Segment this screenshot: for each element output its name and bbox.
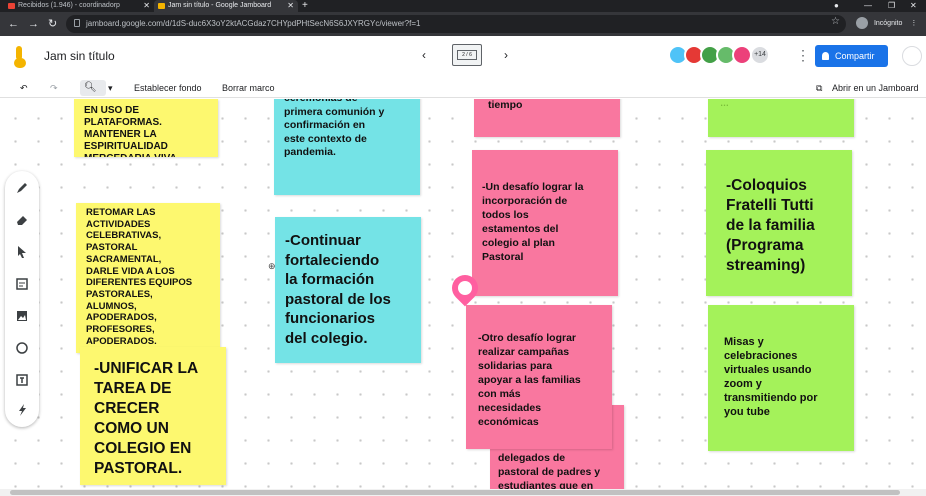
incognito-label: Incógnito <box>873 20 903 27</box>
sticky-note-text: delegados de pastoral de padres y estudi… <box>498 452 601 489</box>
tool-rail <box>5 171 39 427</box>
laser-icon[interactable] <box>15 403 29 417</box>
sticky-note[interactable]: … <box>708 99 854 137</box>
tab-gmail[interactable]: Recibidos (1.946) - coordinadorp ✕ <box>4 0 154 12</box>
frame-bar-button[interactable]: 2 / 6 <box>452 44 482 66</box>
reload-icon[interactable]: ↻ <box>48 17 57 31</box>
lock-icon <box>74 19 80 27</box>
sticky-note-text: -UNIFICAR LA TAREA DE CRECER COMO UN COL… <box>94 360 199 477</box>
bookmark-star-icon[interactable]: ☆ <box>831 16 840 27</box>
minimize-window-icon[interactable]: — <box>864 0 872 12</box>
pen-icon[interactable] <box>15 181 29 195</box>
avatar[interactable] <box>732 45 752 65</box>
sticky-note-text: -Un desafío lograr la incorporación de t… <box>482 181 584 263</box>
forward-icon[interactable]: → <box>28 17 39 31</box>
maximize-window-icon[interactable]: ❐ <box>888 0 895 12</box>
eraser-icon[interactable] <box>15 213 29 227</box>
previous-frame-icon[interactable]: ‹ <box>422 48 426 62</box>
browser-menu-icon[interactable]: ⋮ <box>910 20 917 27</box>
set-background-button[interactable]: Establecer fondo <box>134 81 202 95</box>
sticky-note[interactable]: -Coloquios Fratelli Tutti de la familia … <box>706 150 852 296</box>
jamboard-icon <box>158 3 165 9</box>
sticky-note[interactable]: -Un desafío lograr la incorporación de t… <box>472 150 618 296</box>
tab-jamboard[interactable]: Jam sin título - Google Jamboard ✕ <box>154 0 298 12</box>
sticky-note-text: EN USO DE PLATAFORMAS. MANTENER LA ESPIR… <box>84 105 177 157</box>
zoom-dropdown-icon[interactable]: ▾ <box>108 81 113 95</box>
select-icon[interactable] <box>15 245 29 259</box>
text-box-icon[interactable] <box>15 373 29 387</box>
sticky-note[interactable]: tiempo <box>474 99 620 137</box>
sticky-note[interactable]: EN USO DE PLATAFORMAS. MANTENER LA ESPIR… <box>74 99 218 157</box>
open-in-jamboard-icon[interactable]: ⧉ <box>816 81 822 95</box>
share-button[interactable]: Compartir <box>815 45 888 67</box>
clear-frame-button[interactable]: Borrar marco <box>222 81 275 95</box>
horizontal-scrollbar[interactable] <box>0 489 926 496</box>
open-in-jamboard-button[interactable]: Abrir en un Jamboard <box>832 81 919 95</box>
sticky-note-text: tiempo <box>488 99 523 111</box>
next-frame-icon[interactable]: › <box>504 48 508 62</box>
user-avatar[interactable] <box>902 46 922 66</box>
jam-title[interactable]: Jam sin título <box>44 49 115 63</box>
mouse-cursor-icon: ⊕ <box>268 261 276 271</box>
jam-canvas[interactable]: EN USO DE PLATAFORMAS. MANTENER LA ESPIR… <box>0 99 926 489</box>
incognito-icon <box>856 17 868 30</box>
url-field[interactable]: jamboard.google.com/d/1dS-duc6X3oY2ktACG… <box>66 15 846 33</box>
more-collaborators-badge[interactable]: +14 <box>750 45 770 65</box>
tab-title: Recibidos (1.946) - coordinadorp <box>18 2 120 9</box>
jamboard-logo[interactable] <box>14 46 28 68</box>
sticky-note-icon[interactable] <box>15 277 29 291</box>
sticky-note-text: -Coloquios Fratelli Tutti de la familia … <box>726 177 815 274</box>
jam-toolbar: ↶ ↷ 🔍︎ ▾ Establecer fondo Borrar marco ⧉… <box>0 78 926 98</box>
sticky-note-text: Misas y celebraciones virtuales usando z… <box>724 336 818 418</box>
sticky-note[interactable]: RETOMAR LAS ACTIVIDADES CELEBRATIVAS, PA… <box>76 203 220 353</box>
gmail-icon <box>8 3 15 9</box>
sticky-note[interactable]: -Continuar fortaleciendo la formación pa… <box>275 217 421 363</box>
sticky-note[interactable]: -UNIFICAR LA TAREA DE CRECER COMO UN COL… <box>80 347 226 485</box>
collaborator-cursor-pin <box>446 269 484 307</box>
redo-icon[interactable]: ↷ <box>50 81 58 95</box>
incognito-indicator[interactable]: Incógnito ⋮ <box>856 15 917 33</box>
sticky-note-text: RETOMAR LAS ACTIVIDADES CELEBRATIVAS, PA… <box>86 207 193 347</box>
close-window-icon[interactable]: ✕ <box>910 0 917 12</box>
more-options-icon[interactable]: ⋮ <box>796 47 810 64</box>
sticky-note[interactable]: Misas y celebraciones virtuales usando z… <box>708 305 854 451</box>
url-text: jamboard.google.com/d/1dS-duc6X3oY2ktACG… <box>86 19 421 28</box>
address-bar-row: ← → ↻ jamboard.google.com/d/1dS-duc6X3oY… <box>0 12 926 36</box>
sticky-note-text: … <box>720 99 729 108</box>
back-icon[interactable]: ← <box>8 17 19 31</box>
zoom-icon: 🔍︎ <box>84 82 97 93</box>
close-tab-icon[interactable]: ✕ <box>143 0 150 12</box>
sticky-note-text: -Continuar fortaleciendo la formación pa… <box>285 232 391 347</box>
new-tab-button[interactable]: + <box>302 0 308 12</box>
browser-tab-strip: Recibidos (1.946) - coordinadorp ✕ Jam s… <box>0 0 926 12</box>
person-icon <box>822 52 829 60</box>
frame-indicator: 2 / 6 <box>457 50 477 60</box>
tab-title: Jam sin título - Google Jamboard <box>168 2 272 9</box>
zoom-selector[interactable]: 🔍︎ <box>80 80 106 96</box>
sticky-note-text: -Otro desafío lograr realizar campañas s… <box>478 332 581 428</box>
image-icon[interactable] <box>15 309 29 323</box>
share-label: Compartir <box>835 51 875 61</box>
minimize-button[interactable]: ● <box>834 0 839 12</box>
shape-icon[interactable] <box>15 341 29 355</box>
app-header: Jam sin título ‹ 2 / 6 › +14 ⋮ Compartir <box>0 36 926 78</box>
close-tab-icon[interactable]: ✕ <box>287 0 294 12</box>
sticky-note[interactable]: -Otro desafío lograr realizar campañas s… <box>466 305 612 449</box>
undo-icon[interactable]: ↶ <box>20 81 28 95</box>
sticky-note[interactable]: ceremonias de primera comunión y confirm… <box>274 99 420 195</box>
sticky-note-text: ceremonias de primera comunión y confirm… <box>284 99 385 158</box>
